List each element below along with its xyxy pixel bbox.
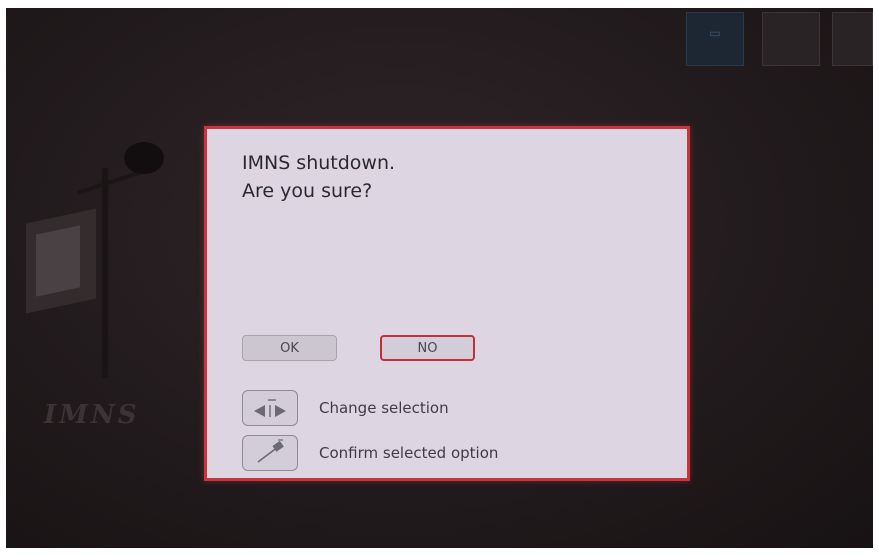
dialog-message-line2: Are you sure? xyxy=(242,180,373,202)
dialog-message: IMNS shutdown. Are you sure? xyxy=(242,149,395,205)
shutdown-dialog: IMNS shutdown. Are you sure? OK NO Chang… xyxy=(204,126,690,481)
dialog-message-line1: IMNS shutdown. xyxy=(242,152,396,174)
hint-confirm-option: Confirm selected option xyxy=(242,434,498,472)
confirm-knob-icon xyxy=(242,435,298,471)
background-sensor xyxy=(124,142,164,174)
background-mast xyxy=(102,168,108,378)
home-icon: ▭ xyxy=(709,26,721,40)
hint-change-selection: Change selection xyxy=(242,389,449,427)
softkey-3[interactable] xyxy=(832,12,873,66)
device-screen: ▭ IMNS IMNS shutdown. Are you sure? OK N… xyxy=(6,8,873,548)
ok-button[interactable]: OK xyxy=(242,335,337,361)
softkey-2[interactable] xyxy=(762,12,820,66)
softkey-home[interactable]: ▭ xyxy=(686,12,744,66)
hint-change-selection-text: Change selection xyxy=(319,399,449,417)
background-mast-arm xyxy=(77,169,145,195)
hint-confirm-option-text: Confirm selected option xyxy=(319,444,499,462)
background-panel-screen xyxy=(36,225,80,297)
background-logo: IMNS xyxy=(44,400,140,430)
no-button[interactable]: NO xyxy=(380,335,475,361)
left-right-arrows-icon xyxy=(242,390,298,426)
